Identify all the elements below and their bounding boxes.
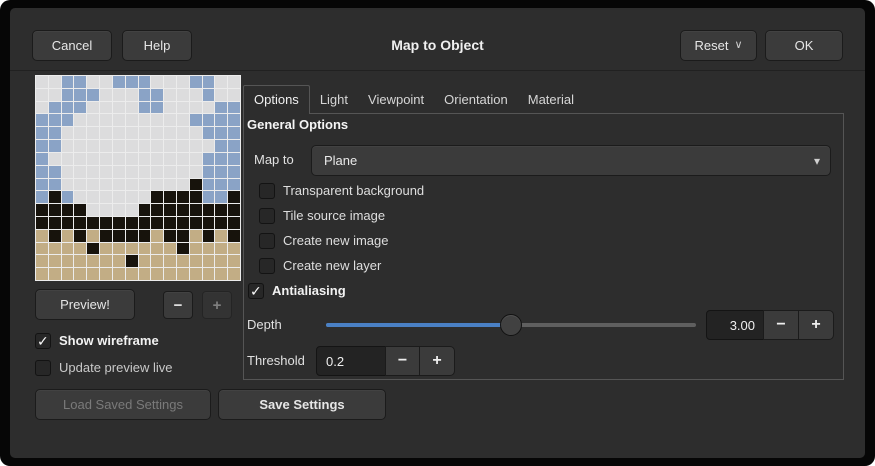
show-wireframe-checkbox[interactable] [35,333,51,349]
antialiasing-row: Antialiasing [248,282,346,299]
tile-source-image-row: Tile source image [259,207,385,224]
load-saved-settings-button: Load Saved Settings [35,389,211,420]
create-new-image-row: Create new image [259,232,389,249]
create-new-layer-label: Create new layer [283,258,381,273]
reset-button[interactable]: Reset ∨ [680,30,757,61]
depth-decrement-button[interactable]: − [763,310,799,340]
titlebar: Cancel Help Map to Object Reset ∨ OK [10,8,865,71]
map-to-label: Map to [254,144,294,175]
show-wireframe-label: Show wireframe [59,333,159,348]
zoom-out-button[interactable]: − [163,291,193,319]
plus-icon: + [213,297,222,314]
depth-slider-fill [326,323,511,327]
map-to-dropdown[interactable]: Plane ▾ [311,145,831,176]
transparent-background-row: Transparent background [259,182,424,199]
zoom-in-button: + [202,291,232,319]
tab-viewpoint[interactable]: Viewpoint [358,87,434,113]
create-new-layer-row: Create new layer [259,257,381,274]
tab-orientation[interactable]: Orientation [434,87,518,113]
update-preview-live-checkbox[interactable] [35,360,51,376]
map-to-object-window: Cancel Help Map to Object Reset ∨ OK Pre… [0,0,875,466]
chevron-down-icon: ▾ [814,154,830,168]
minus-icon: − [174,297,183,314]
create-new-layer-checkbox[interactable] [259,258,275,274]
map-to-object-dialog: Cancel Help Map to Object Reset ∨ OK Pre… [10,8,865,458]
tab-light[interactable]: Light [310,87,358,113]
options-tab-panel: General Options Map to Plane ▾ Transpare… [243,113,844,380]
antialiasing-checkbox[interactable] [248,283,264,299]
ok-button[interactable]: OK [765,30,843,61]
depth-slider-handle[interactable] [500,314,522,336]
threshold-decrement-button[interactable]: − [385,346,420,376]
depth-label: Depth [247,310,282,340]
threshold-label: Threshold [247,346,305,376]
create-new-image-checkbox[interactable] [259,233,275,249]
transparent-background-label: Transparent background [283,183,424,198]
tab-options[interactable]: Options [243,85,310,114]
update-preview-live-row: Update preview live [35,359,172,376]
chevron-down-icon: ∨ [734,40,742,51]
preview-button[interactable]: Preview! [35,289,135,320]
show-wireframe-row: Show wireframe [35,332,159,349]
transparent-background-checkbox[interactable] [259,183,275,199]
settings-panel: Options Light Viewpoint Orientation Mate… [243,85,844,380]
threshold-value-field[interactable]: 0.2 [316,346,386,376]
minus-icon: − [398,352,407,370]
general-options-title: General Options [247,117,348,132]
tile-source-image-checkbox[interactable] [259,208,275,224]
reset-label: Reset [694,38,728,53]
tab-material[interactable]: Material [518,87,584,113]
minus-icon: − [776,316,785,334]
threshold-increment-button[interactable]: + [419,346,455,376]
depth-slider[interactable] [326,310,696,340]
plus-icon: + [432,352,441,370]
depth-value-field[interactable]: 3.00 [706,310,764,340]
create-new-image-label: Create new image [283,233,389,248]
preview-image [35,75,241,281]
map-to-value: Plane [312,153,357,168]
tile-source-image-label: Tile source image [283,208,385,223]
update-preview-live-label: Update preview live [59,360,172,375]
save-settings-button[interactable]: Save Settings [218,389,386,420]
tab-bar: Options Light Viewpoint Orientation Mate… [243,85,844,113]
plus-icon: + [811,316,820,334]
depth-increment-button[interactable]: + [798,310,834,340]
antialiasing-label: Antialiasing [272,283,346,298]
